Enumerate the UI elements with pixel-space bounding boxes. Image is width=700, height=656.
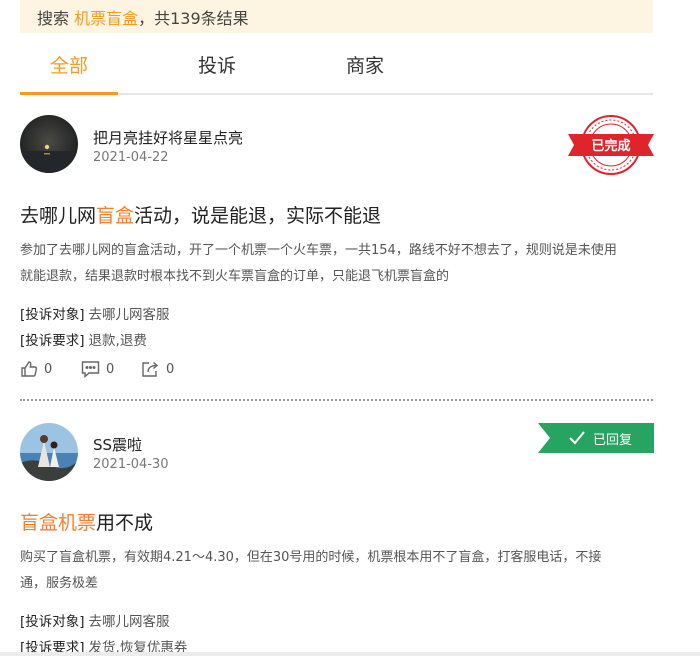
tab-complaints[interactable]: 投诉 bbox=[198, 51, 236, 78]
title-keyword: 盲盒 bbox=[96, 205, 135, 227]
body-line: 购买了盲盒机票，有效期4.21～4.30，但在30号用的时候，机票根本用不了盲盒… bbox=[20, 550, 602, 565]
thumbs-up-icon bbox=[21, 361, 38, 377]
share-count: 0 bbox=[166, 361, 175, 377]
like-button[interactable]: 0 bbox=[20, 360, 52, 378]
card-divider bbox=[20, 399, 653, 401]
comment-count: 0 bbox=[106, 361, 115, 377]
demand-label: [投诉要求] bbox=[20, 333, 85, 349]
post-date: 2021-04-30 bbox=[93, 457, 169, 472]
like-count: 0 bbox=[44, 361, 53, 377]
body-line: 就能退款，结果退款时根本找不到火车票盲盒的订单，只能退飞机票盲盒的 bbox=[20, 269, 450, 284]
complaint-demand: [投诉要求] 退款,退费 bbox=[20, 329, 147, 349]
target-value: 去哪儿网客服 bbox=[88, 614, 170, 630]
title-keyword: 盲盒机票 bbox=[20, 512, 97, 534]
post-body: 购买了盲盒机票，有效期4.21～4.30，但在30号用的时候，机票根本用不了盲盒… bbox=[20, 545, 653, 597]
title-text: 活动，说是能退，实际不能退 bbox=[134, 205, 382, 227]
search-result-banner: 搜索 机票盲盒，共139条结果 bbox=[20, 0, 653, 33]
post-date: 2021-04-22 bbox=[93, 150, 169, 165]
target-value: 去哪儿网客服 bbox=[88, 307, 170, 323]
status-stamp-completed: 已完成 bbox=[568, 115, 654, 175]
search-count: ，共139条结果 bbox=[138, 9, 249, 28]
bottom-divider bbox=[0, 652, 700, 656]
share-button[interactable]: 0 bbox=[141, 360, 174, 378]
tab-all[interactable]: 全部 bbox=[50, 51, 88, 78]
target-label: [投诉对象] bbox=[20, 307, 85, 323]
post-title[interactable]: 盲盒机票用不成 bbox=[20, 508, 153, 535]
check-icon bbox=[569, 431, 585, 445]
active-tab-indicator bbox=[20, 92, 118, 95]
search-keyword[interactable]: 机票盲盒 bbox=[74, 9, 138, 28]
avatar[interactable] bbox=[20, 423, 78, 481]
title-text: 去哪儿网 bbox=[20, 205, 97, 227]
post-title[interactable]: 去哪儿网盲盒活动，说是能退，实际不能退 bbox=[20, 201, 381, 228]
avatar[interactable] bbox=[20, 115, 78, 173]
body-line: 参加了去哪儿网的盲盒活动，开了一个机票一个火车票，一共154，路线不好不想去了，… bbox=[20, 243, 617, 258]
comment-button[interactable]: 0 bbox=[81, 360, 114, 378]
comment-icon bbox=[81, 361, 100, 378]
search-prefix: 搜索 bbox=[37, 9, 70, 28]
username[interactable]: SS震啦 bbox=[93, 434, 142, 455]
share-icon bbox=[142, 361, 159, 377]
body-line: 通，服务极差 bbox=[20, 576, 99, 591]
badge-notch bbox=[538, 423, 550, 453]
complaint-target: [投诉对象] 去哪儿网客服 bbox=[20, 303, 170, 323]
tab-bar: 全部 投诉 商家 bbox=[20, 33, 653, 95]
status-label: 已完成 bbox=[591, 139, 631, 154]
status-badge-replied: 已回复 bbox=[538, 423, 654, 453]
complaint-target: [投诉对象] 去哪儿网客服 bbox=[20, 610, 170, 630]
tab-merchants[interactable]: 商家 bbox=[346, 51, 384, 78]
target-label: [投诉对象] bbox=[20, 614, 85, 630]
title-text: 用不成 bbox=[96, 512, 154, 534]
username[interactable]: 把月亮挂好将星星点亮 bbox=[93, 127, 243, 148]
post-body: 参加了去哪儿网的盲盒活动，开了一个机票一个火车票，一共154，路线不好不想去了，… bbox=[20, 238, 653, 290]
demand-value: 退款,退费 bbox=[88, 333, 147, 349]
status-label: 已回复 bbox=[593, 433, 633, 448]
